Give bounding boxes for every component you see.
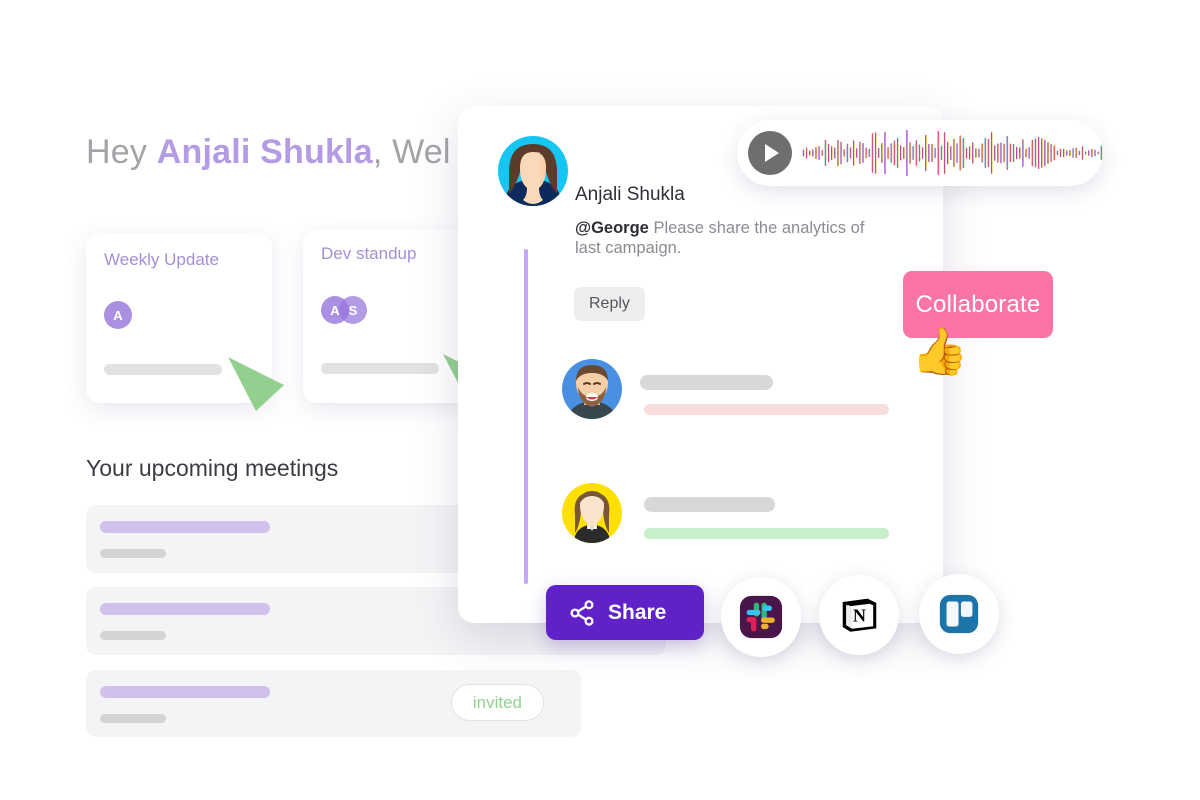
thread-connector-line xyxy=(524,249,528,584)
share-button-label: Share xyxy=(608,600,667,624)
greeting-prefix: Hey xyxy=(86,133,157,171)
skeleton-bar xyxy=(104,364,222,375)
skeleton-bar-message xyxy=(644,528,889,539)
integration-trello[interactable] xyxy=(919,574,999,654)
reply-button[interactable]: Reply xyxy=(574,287,645,321)
section-title-upcoming-meetings: Your upcoming meetings xyxy=(86,455,339,481)
skeleton-bar-name xyxy=(644,497,775,512)
share-button[interactable]: Share xyxy=(546,585,704,640)
skeleton-bar xyxy=(321,363,439,374)
status-badge-invited: invited xyxy=(450,684,544,721)
thumbs-up-icon: 👍 xyxy=(911,325,969,377)
skeleton-bar-subtitle xyxy=(100,631,166,640)
skeleton-bar-subtitle xyxy=(100,549,166,558)
avatar-woman xyxy=(562,483,622,543)
skeleton-bar-title xyxy=(100,686,270,698)
play-icon[interactable] xyxy=(748,131,792,175)
notion-icon: N xyxy=(842,598,877,632)
share-icon xyxy=(570,599,594,626)
comment-text: @George Please share the analytics of la… xyxy=(575,218,875,258)
meeting-list-item[interactable]: invited xyxy=(86,670,581,737)
meeting-card-title: Weekly Update xyxy=(104,250,219,269)
skeleton-bar-name xyxy=(640,375,773,390)
mention-george[interactable]: @George xyxy=(575,219,649,237)
slack-icon xyxy=(739,595,783,639)
page-title: Hey Anjali Shukla, Wel xyxy=(86,133,451,172)
green-pointer-marker-1 xyxy=(228,357,284,411)
skeleton-bar-subtitle xyxy=(100,714,166,723)
greeting-user-name: Anjali Shukla xyxy=(156,133,373,171)
avatar-anjali-shukla xyxy=(498,136,568,206)
integration-notion[interactable]: N xyxy=(819,575,899,655)
app-screenshot: Hey Anjali Shukla, Wel Weekly Update A D… xyxy=(0,0,1200,800)
skeleton-bar-message xyxy=(644,404,889,415)
svg-text:N: N xyxy=(853,606,866,626)
trello-icon xyxy=(939,594,979,634)
audio-waveform[interactable] xyxy=(802,127,1103,179)
meeting-card-title: Dev standup xyxy=(321,244,417,263)
audio-message-player[interactable] xyxy=(737,120,1103,186)
avatar: S xyxy=(339,296,367,324)
integration-slack[interactable] xyxy=(721,577,801,657)
skeleton-bar-title xyxy=(100,521,270,533)
avatar-man xyxy=(562,359,622,419)
skeleton-bar-title xyxy=(100,603,270,615)
avatar: A xyxy=(104,301,132,329)
comment-author-name: Anjali Shukla xyxy=(575,184,685,205)
greeting-suffix: , Wel xyxy=(372,133,451,171)
